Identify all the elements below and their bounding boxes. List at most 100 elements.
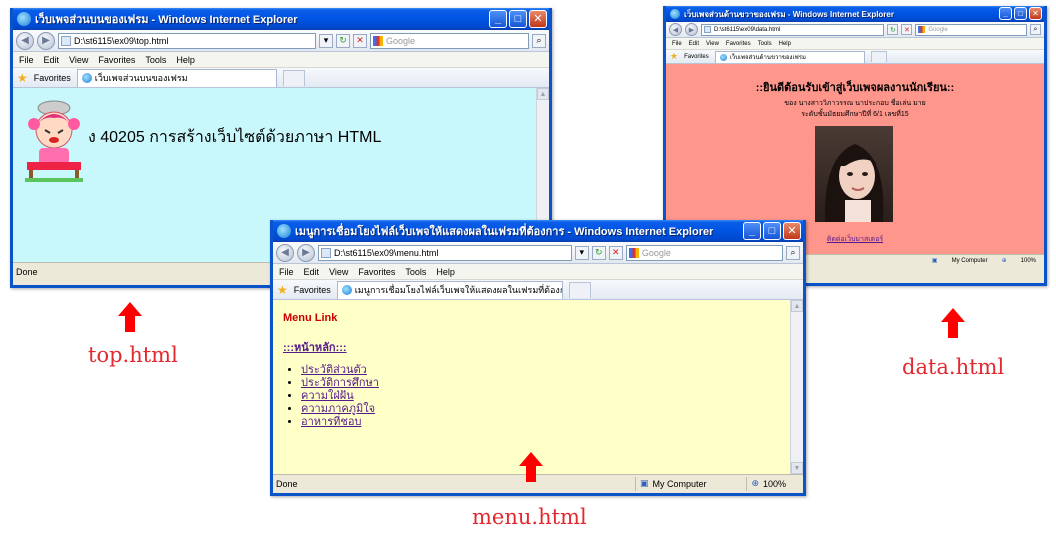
minimize-button[interactable]: _ [743, 222, 761, 240]
menu-file[interactable]: File [19, 55, 34, 65]
scroll-down-icon[interactable]: ▼ [791, 462, 803, 474]
refresh-icon[interactable]: ↻ [887, 24, 899, 35]
menu-file[interactable]: File [279, 267, 294, 277]
favorites-bar: ★ Favorites เว็บเพจส่วนบนของเฟรม [13, 68, 549, 88]
menu-heading: Menu Link [283, 312, 338, 324]
stop-icon[interactable]: ✕ [353, 33, 367, 48]
url-input[interactable]: D:\st6115\ex09\top.html [58, 32, 316, 49]
tab-menu[interactable]: เมนูการเชื่อมโยงไฟล์เว็บเพจให้แสดงผลในเฟ… [336, 280, 563, 299]
vertical-scrollbar[interactable]: ▲▼ [790, 300, 803, 474]
url-input[interactable]: D:\st6115\ex09\menu.html [318, 244, 572, 261]
scroll-up-icon[interactable]: ▲ [791, 300, 803, 312]
new-tab-button[interactable] [870, 51, 887, 62]
address-bar: ◀ ▶ D:\st6115\ex09\data.html ↻ ✕ Google … [666, 22, 1044, 38]
menu-page-content: Menu Link :::หน้าหลัก::: ประวัติส่วนตัว … [273, 300, 803, 474]
stop-icon[interactable]: ✕ [608, 245, 623, 260]
stop-icon[interactable]: ✕ [901, 24, 913, 35]
search-icon[interactable]: ⌕ [1030, 24, 1041, 35]
close-button[interactable]: ✕ [1029, 7, 1042, 20]
dropdown-icon[interactable]: ▾ [574, 245, 589, 260]
back-button[interactable]: ◀ [16, 31, 34, 50]
window-title: เว็บเพจส่วนบนของเฟรม - Windows Internet … [35, 14, 298, 26]
back-button[interactable]: ◀ [669, 23, 682, 36]
search-input[interactable]: Google [625, 244, 783, 261]
link-pride[interactable]: ความภาคภูมิใจ [301, 403, 375, 415]
minimize-button[interactable]: _ [489, 10, 507, 28]
menu-help[interactable]: Help [436, 267, 455, 277]
tab-ie-icon [81, 73, 92, 83]
menu-tools[interactable]: Tools [145, 55, 166, 65]
new-tab-button[interactable] [282, 69, 305, 86]
menu-favorites[interactable]: Favorites [98, 55, 135, 65]
google-icon [918, 26, 926, 33]
menu-file[interactable]: File [672, 41, 682, 47]
status-text: Done [276, 478, 298, 489]
menu-window-titlebar[interactable]: เมนูการเชื่อมโยงไฟล์เว็บเพจให้แสดงผลในเฟ… [273, 220, 803, 242]
menu-favorites[interactable]: Favorites [726, 41, 751, 47]
menu-view[interactable]: View [706, 41, 719, 47]
menu-view[interactable]: View [329, 267, 348, 277]
favorites-star-icon: ★ [670, 51, 679, 61]
forward-button[interactable]: ▶ [685, 23, 698, 36]
minimize-button[interactable]: _ [999, 7, 1012, 20]
menu-tools[interactable]: Tools [758, 41, 772, 47]
zoom-level[interactable]: 100% [763, 479, 803, 489]
forward-button[interactable]: ▶ [297, 243, 315, 262]
dropdown-icon[interactable]: ▾ [319, 33, 333, 48]
new-tab-button[interactable] [568, 281, 591, 298]
back-button[interactable]: ◀ [276, 243, 294, 262]
link-education-history[interactable]: ประวัติการศึกษา [301, 377, 379, 389]
tab-top[interactable]: เว็บเพจส่วนบนของเฟรม [76, 68, 277, 87]
tab-data[interactable]: เว็บเพจส่วนด้านขวาของเฟรม [714, 50, 865, 63]
list-item: ความใฝ่ฝัน [301, 390, 379, 403]
close-button[interactable]: ✕ [529, 10, 547, 28]
menu-edit[interactable]: Edit [689, 41, 699, 47]
link-favorite-food[interactable]: อาหารที่ชอบ [301, 416, 361, 428]
cartoon-girl-image [25, 96, 83, 182]
menu-help[interactable]: Help [176, 55, 195, 65]
url-input[interactable]: D:\st6115\ex09\data.html [701, 23, 885, 36]
home-link-row: :::หน้าหลัก::: [283, 338, 347, 356]
menu-favorites[interactable]: Favorites [358, 267, 395, 277]
forward-button[interactable]: ▶ [37, 31, 55, 50]
maximize-button[interactable]: □ [1014, 7, 1027, 20]
status-zone: My Computer [652, 478, 707, 489]
refresh-icon[interactable]: ↻ [591, 245, 606, 260]
link-dreams[interactable]: ความใฝ่ฝัน [301, 390, 354, 402]
menu-tools[interactable]: Tools [405, 267, 426, 277]
maximize-button[interactable]: □ [763, 222, 781, 240]
link-personal-history[interactable]: ประวัติส่วนตัว [301, 364, 367, 376]
page-heading: ง 40205 การสร้างเว็บไซต์ด้วยภาษา HTML [88, 129, 382, 146]
class-line: ระดับชั้นมัธยมศึกษาปีที่ 6/1 เลขที่15 [801, 111, 909, 118]
search-input[interactable]: Google [915, 23, 1027, 36]
menu-help[interactable]: Help [779, 41, 791, 47]
favorites-button[interactable]: Favorites [294, 285, 331, 295]
favorites-bar: ★ Favorites เมนูการเชื่อมโยงไฟล์เว็บเพจใ… [273, 280, 803, 300]
search-icon[interactable]: ⌕ [532, 33, 546, 48]
caption-menu: menu.html [472, 505, 587, 529]
list-item: ประวัติส่วนตัว [301, 364, 379, 377]
search-icon[interactable]: ⌕ [786, 245, 800, 260]
refresh-icon[interactable]: ↻ [336, 33, 350, 48]
favorites-button[interactable]: Favorites [684, 54, 709, 60]
scroll-up-icon[interactable]: ▲ [537, 88, 549, 100]
list-item: ประวัติการศึกษา [301, 377, 379, 390]
home-link[interactable]: :::หน้าหลัก::: [283, 342, 347, 354]
maximize-button[interactable]: □ [509, 10, 527, 28]
zoom-icon: ⊕ [751, 478, 759, 488]
top-window-titlebar[interactable]: เว็บเพจส่วนบนของเฟรม - Windows Internet … [13, 8, 549, 30]
search-input[interactable]: Google [370, 32, 529, 49]
owner-line: ของ นางสาววิภาวรรณ นาประกอบ ชื่อเล่น มาย [784, 100, 926, 107]
menu-edit[interactable]: Edit [44, 55, 60, 65]
menu-edit[interactable]: Edit [304, 267, 320, 277]
menu-view[interactable]: View [69, 55, 88, 65]
status-zone: My Computer [951, 257, 988, 264]
zoom-level[interactable]: 100% [1021, 258, 1036, 264]
data-window-titlebar[interactable]: เว็บเพจส่วนด้านขวาของเฟรม - Windows Inte… [666, 6, 1044, 22]
close-button[interactable]: ✕ [783, 222, 801, 240]
ie-icon [670, 9, 680, 19]
list-item: อาหารที่ชอบ [301, 416, 379, 429]
favorites-button[interactable]: Favorites [34, 73, 71, 83]
status-text: Done [16, 266, 38, 277]
ie-icon [17, 12, 31, 26]
